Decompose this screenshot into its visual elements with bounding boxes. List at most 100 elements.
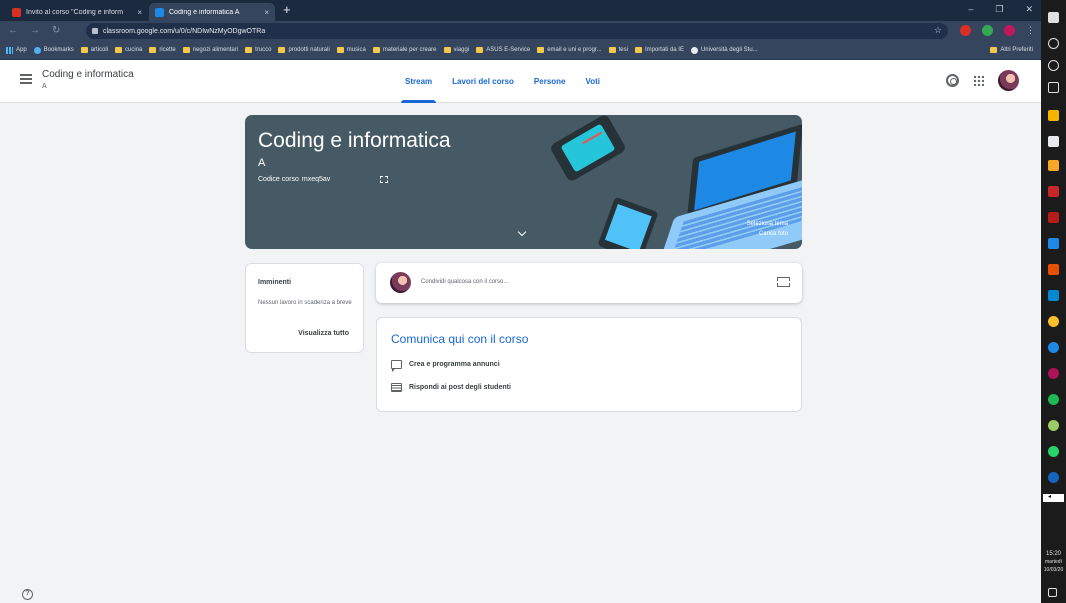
select-theme-link[interactable]: Seleziona tema <box>747 221 788 227</box>
bookmark-folder[interactable]: ASUS E-Service <box>476 47 530 53</box>
bookmark-folder[interactable]: cucina <box>115 47 142 53</box>
bookmark-folder[interactable]: negozi alimentari <box>182 47 238 53</box>
forward-icon[interactable]: → <box>30 25 40 36</box>
phone-illustration <box>548 115 628 183</box>
bookmark-folder[interactable]: ricette <box>149 47 176 53</box>
google-apps-icon[interactable] <box>973 75 984 86</box>
chevron-down-icon[interactable] <box>517 227 527 237</box>
minimize-icon[interactable]: – <box>968 4 973 15</box>
bookmark-folder[interactable]: tesi <box>608 47 628 53</box>
new-tab-button[interactable]: + <box>283 3 291 17</box>
notification-icon[interactable] <box>1048 588 1057 597</box>
close-tab-icon[interactable]: × <box>264 8 269 17</box>
file-explorer-icon[interactable] <box>1048 110 1059 121</box>
tab-classwork[interactable]: Lavori del corso <box>452 60 514 103</box>
expand-code-icon[interactable] <box>380 176 388 183</box>
system-clock[interactable]: 15:20 martedì 10/03/20 <box>1041 550 1066 574</box>
bookmark-folder[interactable]: musica <box>336 47 366 53</box>
folder-icon <box>278 47 286 53</box>
bookmark-label: articoli <box>90 47 109 53</box>
store-icon[interactable] <box>1048 136 1059 147</box>
folder-icon <box>537 47 545 53</box>
extensions: ⋮ <box>960 25 1035 36</box>
netflix-icon[interactable] <box>1048 212 1059 223</box>
office-icon[interactable] <box>1048 264 1059 275</box>
spotify-icon[interactable] <box>1048 394 1059 405</box>
hamburger-menu-icon[interactable] <box>20 74 32 84</box>
bookmark-folder[interactable]: viaggi <box>443 47 469 53</box>
upload-photo-link[interactable]: Carica foto <box>759 231 788 237</box>
course-title[interactable]: Coding e informatica <box>42 69 134 80</box>
window-controls: – ❐ ✕ <box>968 4 1033 15</box>
windows-start-icon[interactable] <box>1048 12 1059 23</box>
edge-icon[interactable] <box>1048 472 1059 483</box>
bookmark-apps[interactable]: App <box>6 46 27 54</box>
folder-icon <box>443 47 451 53</box>
browser-tab-classroom[interactable]: Coding e informatica A × <box>149 3 275 21</box>
whatsapp-icon[interactable] <box>1048 446 1059 457</box>
bookmark-item[interactable]: Università degli Stu... <box>690 46 758 54</box>
bookmark-folder[interactable]: articoli <box>80 47 109 53</box>
app-icon[interactable] <box>1048 420 1059 431</box>
cortana-icon[interactable] <box>1048 60 1059 71</box>
browser-window: Invito al corso "Coding e inform × Codin… <box>0 0 1041 603</box>
bookmark-star-icon[interactable]: ☆ <box>934 25 942 36</box>
bookmark-folder[interactable]: materiale per creare <box>372 47 437 53</box>
profile-icon[interactable] <box>1004 25 1015 36</box>
back-icon[interactable]: ← <box>8 25 18 36</box>
avatar[interactable] <box>998 70 1019 91</box>
bookmark-folder[interactable]: email e uni e progr... <box>537 47 602 53</box>
repost-icon[interactable] <box>777 277 790 287</box>
lock-icon <box>92 28 98 34</box>
photos-icon[interactable] <box>1048 290 1059 301</box>
bookmark-folder[interactable]: Importati da IE <box>634 47 684 53</box>
nav-buttons: ← → ↻ <box>8 25 60 36</box>
omnibox[interactable]: classroom.google.com/u/0/c/NDIwNzMyODgwO… <box>86 23 948 39</box>
bookmark-label: Università degli Stu... <box>700 47 758 53</box>
view-all-link[interactable]: Visualizza tutto <box>298 330 349 337</box>
adblock-icon[interactable] <box>960 25 971 36</box>
tab-people[interactable]: Persone <box>534 60 566 103</box>
bookmark-item[interactable]: Bookmarks <box>33 46 74 54</box>
help-icon[interactable]: ? <box>22 589 33 600</box>
tab-grades[interactable]: Voti <box>586 60 601 103</box>
upcoming-text: Nessun lavoro in scadenza a breve <box>258 300 352 306</box>
gear-icon[interactable] <box>946 74 959 87</box>
folder-icon <box>608 47 616 53</box>
clock-time: 15:20 <box>1045 551 1061 557</box>
folder-icon <box>149 47 157 53</box>
tray-scrollbar[interactable] <box>1043 494 1064 502</box>
url-text: classroom.google.com/u/0/c/NDIwNzMyODgwO… <box>103 27 266 35</box>
chevron-left-icon[interactable]: ◂ <box>1048 493 1051 500</box>
more-icon[interactable]: ⋮ <box>1026 25 1035 36</box>
bookmark-label: ASUS E-Service <box>486 47 531 53</box>
upcoming-card: Imminenti Nessun lavoro in scadenza a br… <box>245 263 364 353</box>
bookmark-folder[interactable]: trucco <box>245 47 271 53</box>
bookmark-label: Altri Preferiti <box>1000 47 1033 53</box>
close-tab-icon[interactable]: × <box>137 8 142 17</box>
extension-icon[interactable] <box>982 25 993 36</box>
bookmark-folder[interactable]: prodotti naturali <box>278 47 330 53</box>
restore-icon[interactable]: ❐ <box>995 4 1003 15</box>
close-window-icon[interactable]: ✕ <box>1025 4 1033 15</box>
app-icon[interactable] <box>1048 186 1059 197</box>
course-nav: Stream Lavori del corso Persone Voti <box>400 60 601 103</box>
banner-title: Coding e informatica <box>258 129 451 152</box>
tab-strip: Invito al corso "Coding e inform × Codin… <box>0 0 1041 21</box>
other-bookmarks[interactable]: Altri Preferiti <box>990 47 1033 53</box>
notes-icon[interactable] <box>1048 160 1059 171</box>
task-view-icon[interactable] <box>1048 82 1059 93</box>
search-icon[interactable] <box>1048 38 1059 49</box>
mail-icon[interactable] <box>1048 238 1059 249</box>
browser-tab-invite[interactable]: Invito al corso "Coding e inform × <box>6 3 148 21</box>
skype-icon[interactable] <box>1048 342 1059 353</box>
tab-stream[interactable]: Stream <box>400 60 437 103</box>
chrome-icon[interactable] <box>1048 316 1059 327</box>
folder-icon <box>245 47 253 53</box>
share-placeholder[interactable]: Condividi qualcosa con il corso... <box>421 279 508 285</box>
share-box[interactable]: Condividi qualcosa con il corso... <box>376 263 802 303</box>
folder-icon <box>372 47 380 53</box>
class-code-label: Codice corso <box>258 176 299 183</box>
reload-icon[interactable]: ↻ <box>52 25 60 36</box>
maps-icon[interactable] <box>1048 368 1059 379</box>
